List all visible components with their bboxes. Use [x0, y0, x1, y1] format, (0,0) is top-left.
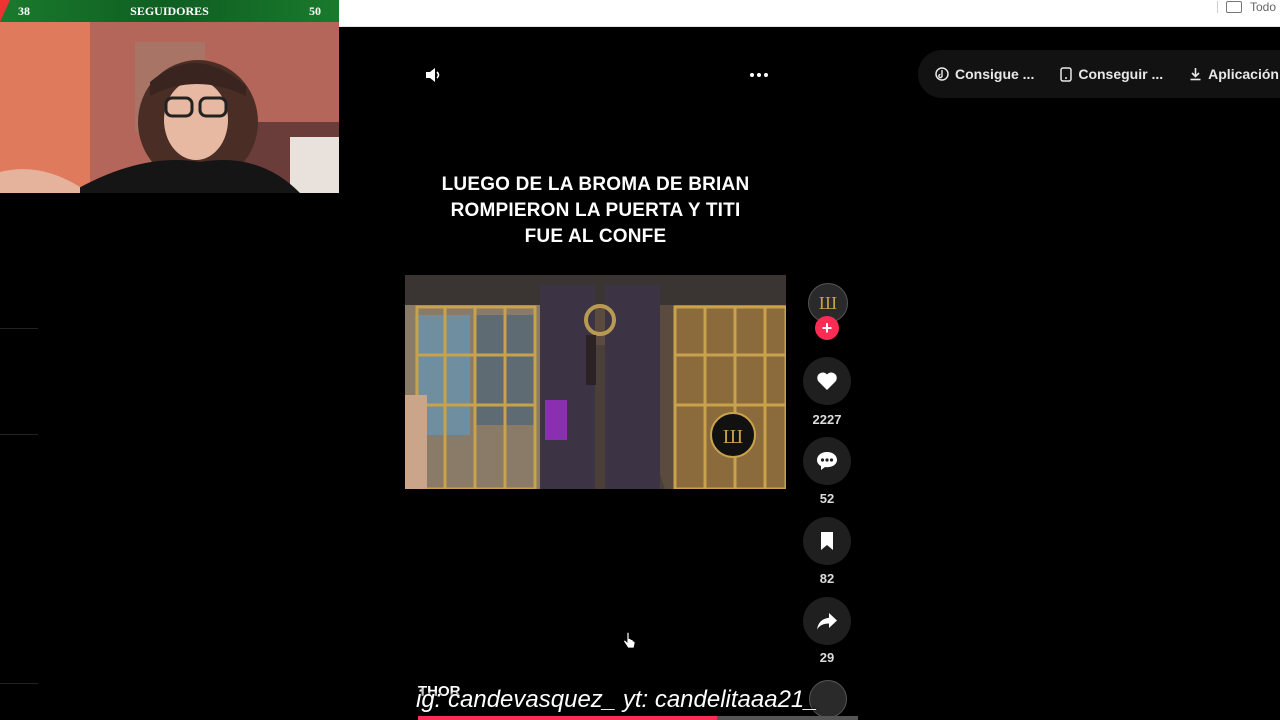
like-button[interactable]: [803, 357, 851, 405]
followers-current: 38: [18, 3, 30, 18]
download-icon: [1190, 68, 1201, 81]
divider: [0, 434, 38, 435]
caption-line: ROMPIERON LA PUERTA Y TITI: [450, 200, 741, 221]
webcam-feed: [0, 22, 339, 193]
followers-bar: 38 SEGUIDORES 50: [0, 0, 339, 22]
caption-line: LUEGO DE LA BROMA DE BRIAN: [441, 174, 750, 195]
menu-item-get-app[interactable]: Conseguir ...: [1060, 66, 1163, 82]
webcam-overlay: 38 SEGUIDORES 50: [0, 0, 339, 193]
menu-item-label: Conseguir ...: [1078, 66, 1164, 82]
heart-icon: [817, 372, 837, 390]
bookmark-separator: [1216, 1, 1218, 13]
share-count: 29: [819, 650, 835, 665]
top-right-menu: Consigue ... Conseguir ... Aplicación ..…: [918, 50, 1280, 98]
share-button[interactable]: [803, 597, 851, 645]
followers-goal: 50: [308, 3, 321, 18]
creator-logo-icon: Ш: [818, 292, 838, 313]
divider: [0, 328, 38, 329]
tiktok-coin-icon: [935, 67, 949, 81]
like-count: 2227: [812, 412, 842, 427]
video-frame: Ш: [405, 275, 786, 489]
divider: [0, 683, 38, 684]
save-count: 82: [819, 571, 835, 586]
comment-icon: [817, 452, 837, 470]
menu-item-coins[interactable]: Consigue ...: [935, 66, 1034, 82]
menu-item-label: Consigue ...: [955, 66, 1035, 82]
more-options-icon[interactable]: [748, 68, 770, 82]
video-caption: LUEGO DE LA BROMA DE BRIAN ROMPIERON LA …: [405, 172, 786, 250]
caption-line: FUE AL CONFE: [524, 226, 667, 247]
phone-icon: [1060, 66, 1073, 82]
video-progress-fill: [418, 716, 718, 720]
comment-button[interactable]: [803, 437, 851, 485]
folder-icon: [1225, 1, 1242, 13]
menu-item-label: Aplicación ...: [1208, 66, 1280, 82]
comment-count: 52: [819, 491, 835, 506]
follow-button[interactable]: +: [815, 316, 839, 340]
menu-item-download-app[interactable]: Aplicación ...: [1189, 66, 1280, 82]
volume-icon[interactable]: [424, 66, 442, 84]
bookmark-label[interactable]: Todo: [1250, 0, 1276, 14]
bookmark-icon: [821, 532, 833, 550]
video-player[interactable]: Ш: [405, 275, 786, 489]
share-icon: [817, 613, 837, 630]
svg-text:Ш: Ш: [723, 426, 743, 448]
bookmark-bar[interactable]: Todo: [1216, 0, 1280, 14]
followers-title: SEGUIDORES: [130, 3, 209, 18]
plus-icon: +: [821, 318, 833, 338]
hand-cursor-icon: [623, 632, 636, 649]
stream-watermark: ig: candevasquez_ yt: candelitaaa21_: [416, 686, 818, 713]
save-button[interactable]: [803, 517, 851, 565]
